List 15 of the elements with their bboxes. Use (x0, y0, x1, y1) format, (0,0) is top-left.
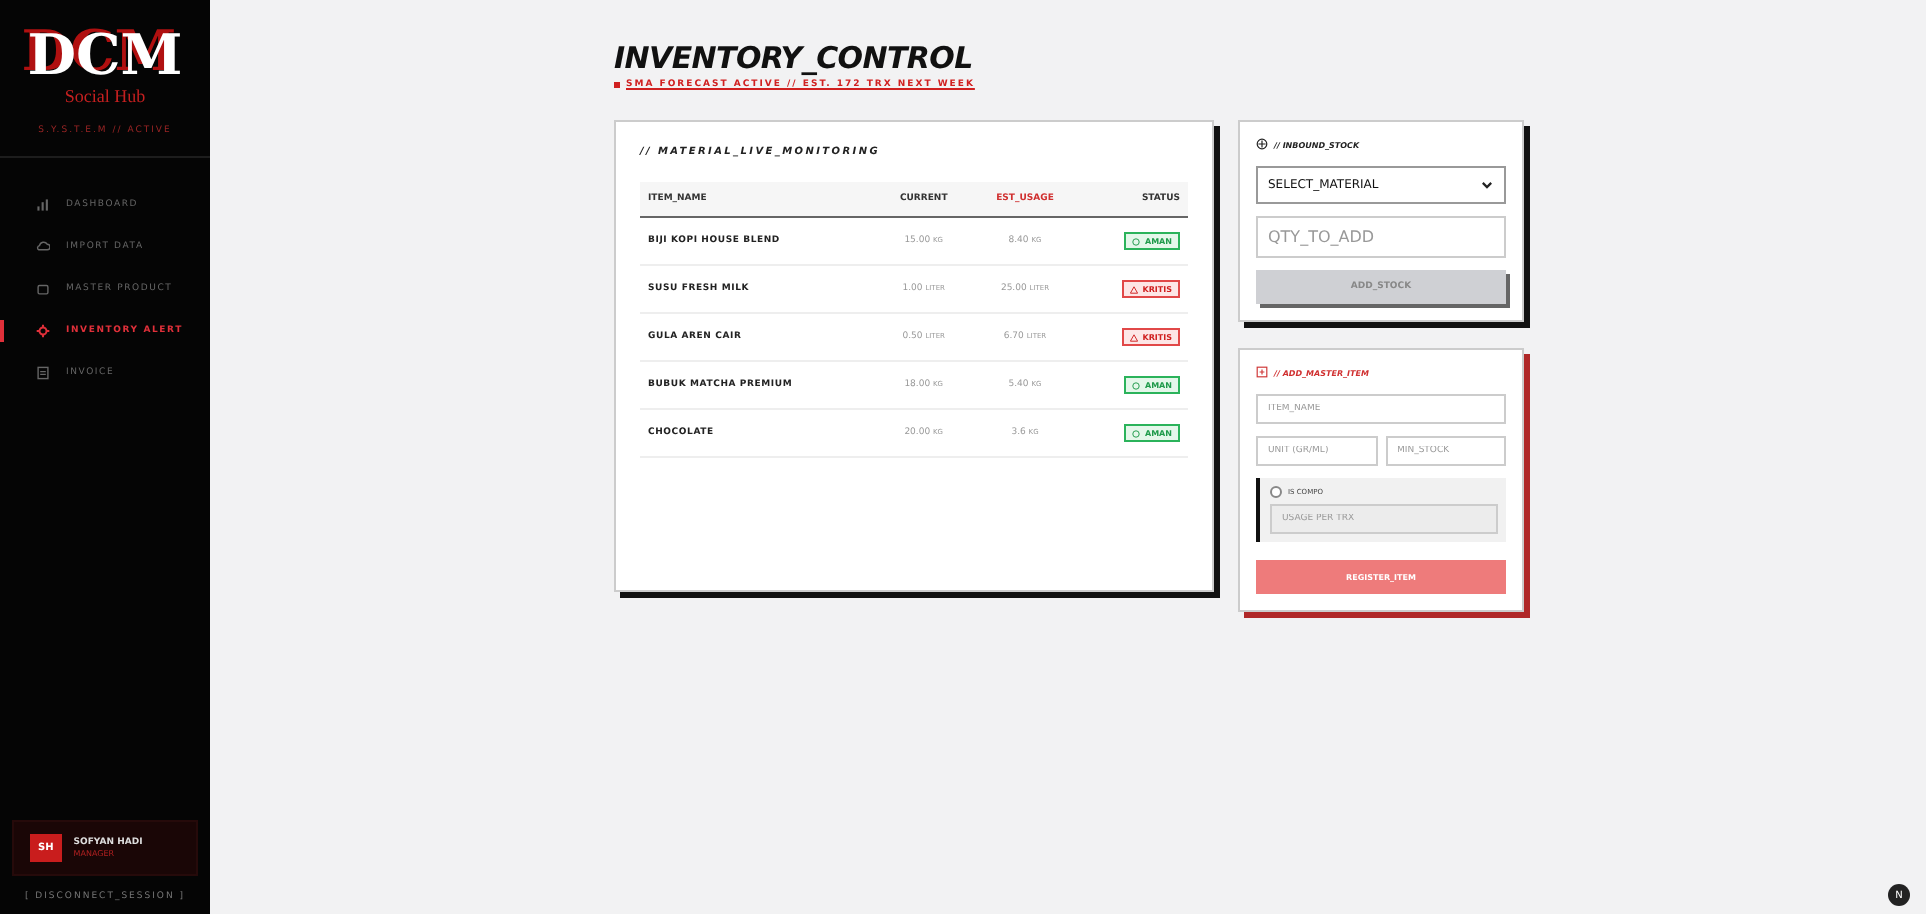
check-circle-icon (1132, 237, 1141, 245)
plus-icon (1256, 366, 1268, 378)
warning-icon (1130, 285, 1139, 293)
compo-checkbox[interactable] (1270, 486, 1282, 498)
check-circle-icon (1132, 429, 1141, 437)
check-circle-icon (1132, 381, 1141, 389)
chevron-down-icon (1480, 178, 1494, 192)
page-title: INVENTORY_CONTROL (614, 40, 975, 76)
logo: DCM (27, 28, 183, 84)
logo-subtitle: Social Hub (64, 86, 146, 106)
document-icon (36, 366, 50, 380)
quantity-field[interactable]: QTY_TO_ADD (1256, 216, 1506, 258)
cloud-icon (36, 240, 50, 254)
warning-icon (1130, 333, 1139, 341)
bar-chart-icon (36, 198, 50, 212)
